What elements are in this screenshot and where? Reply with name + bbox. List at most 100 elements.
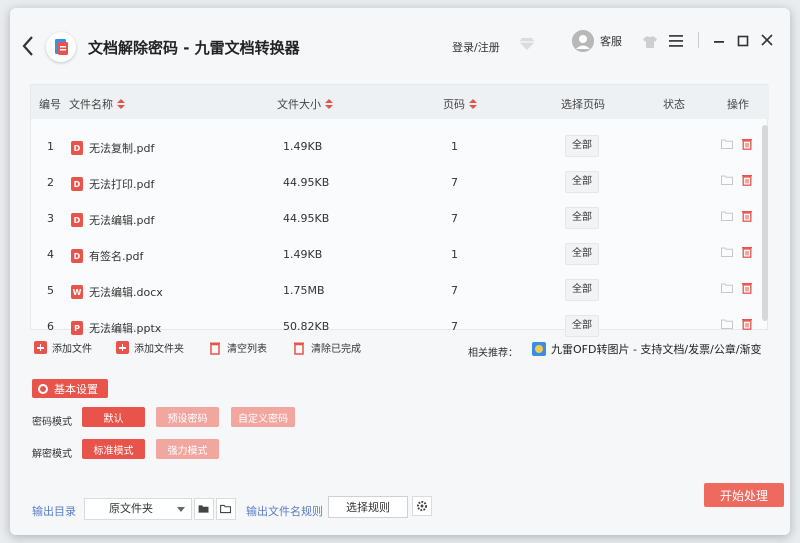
add-file-button[interactable]: 添加文件 bbox=[34, 340, 92, 355]
row-file-size: 44.95KB bbox=[283, 212, 330, 225]
table-row[interactable]: 2 D 无法打印.pdf 44.95KB 7 全部 bbox=[31, 165, 761, 201]
start-process-button[interactable]: 开始处理 bbox=[704, 483, 784, 507]
row-page-select[interactable]: 全部 bbox=[565, 207, 599, 229]
clear-list-trash-icon bbox=[210, 342, 220, 355]
table-scrollbar[interactable] bbox=[762, 125, 768, 321]
customer-service-label: 客服 bbox=[600, 35, 622, 48]
vip-diamond-icon[interactable] bbox=[518, 34, 536, 52]
delete-trash-icon[interactable] bbox=[741, 210, 753, 222]
login-register-link[interactable]: 登录/注册 bbox=[452, 39, 500, 55]
open-folder-icon[interactable] bbox=[721, 247, 733, 257]
file-table: 编号 文件名称 文件大小 页码 选择页码 状态 操作 1 D 无法复制.pdf 1.4… bbox=[30, 84, 769, 337]
delete-trash-icon[interactable] bbox=[741, 138, 753, 150]
pdf-file-icon: D bbox=[71, 177, 83, 191]
open-folder-icon[interactable] bbox=[721, 283, 733, 293]
row-page-count: 1 bbox=[451, 248, 458, 261]
row-file-name: D 无法编辑.pdf bbox=[71, 212, 154, 228]
folder-icon bbox=[198, 505, 209, 513]
pdf-file-icon: D bbox=[71, 141, 83, 155]
header-name[interactable]: 文件名称 bbox=[69, 96, 125, 112]
delete-trash-icon[interactable] bbox=[741, 282, 753, 294]
row-page-select[interactable]: 全部 bbox=[565, 171, 599, 193]
output-rule-label: 输出文件名规则 bbox=[246, 505, 323, 518]
select-rule-button[interactable]: 选择规则 bbox=[328, 496, 408, 518]
row-page-count: 1 bbox=[451, 140, 458, 153]
table-row[interactable]: 1 D 无法复制.pdf 1.49KB 1 全部 bbox=[31, 129, 761, 165]
action-bar: 添加文件 添加文件夹 清空列表 清除已完成 相关推荐： 九雷OFD转图片 - 支… bbox=[32, 340, 772, 364]
row-page-select[interactable]: 全部 bbox=[565, 315, 599, 337]
output-dir-label: 输出目录 bbox=[32, 505, 76, 518]
clear-list-button[interactable]: 清空列表 bbox=[208, 340, 267, 355]
gear-icon bbox=[416, 500, 428, 512]
output-dir-select[interactable]: 原文件夹 bbox=[84, 498, 192, 520]
table-header: 编号 文件名称 文件大小 页码 选择页码 状态 操作 bbox=[31, 85, 769, 119]
back-arrow-icon[interactable] bbox=[20, 34, 36, 58]
clear-done-button[interactable]: 清除已完成 bbox=[292, 340, 361, 355]
table-row[interactable]: 5 W 无法编辑.docx 1.75MB 7 全部 bbox=[31, 273, 761, 309]
sort-icon[interactable] bbox=[117, 99, 125, 109]
row-index: 4 bbox=[47, 248, 54, 261]
open-folder-button[interactable] bbox=[194, 498, 214, 520]
ofd-app-icon bbox=[532, 342, 546, 356]
open-folder-icon[interactable] bbox=[721, 211, 733, 221]
row-index: 2 bbox=[47, 176, 54, 189]
add-folder-button[interactable]: 添加文件夹 bbox=[116, 340, 184, 355]
open-folder-icon[interactable] bbox=[721, 319, 733, 329]
row-index: 1 bbox=[47, 140, 54, 153]
row-page-select[interactable]: 全部 bbox=[565, 243, 599, 265]
pdf-file-icon: D bbox=[71, 249, 83, 263]
row-page-count: 7 bbox=[451, 212, 458, 225]
pdf-file-icon: D bbox=[71, 213, 83, 227]
open-folder-icon[interactable] bbox=[721, 175, 733, 185]
decrypt-mode-standard-button[interactable]: 标准模式 bbox=[82, 439, 145, 459]
add-file-icon bbox=[34, 341, 47, 354]
row-file-name: P 无法编辑.pptx bbox=[71, 320, 161, 336]
decrypt-mode-strong-button[interactable]: 强力模式 bbox=[156, 439, 219, 459]
window-title: 文档解除密码 - 九雷文档转换器 bbox=[88, 39, 300, 57]
maximize-icon[interactable] bbox=[736, 34, 750, 48]
header-size[interactable]: 文件大小 bbox=[277, 96, 333, 112]
delete-trash-icon[interactable] bbox=[741, 246, 753, 258]
password-mode-preset-button[interactable]: 预设密码 bbox=[156, 407, 219, 427]
password-mode-default-button[interactable]: 默认 bbox=[82, 407, 145, 427]
header-pages[interactable]: 页码 bbox=[443, 96, 477, 112]
row-page-select[interactable]: 全部 bbox=[565, 279, 599, 301]
clear-done-trash-icon bbox=[294, 342, 304, 355]
basic-settings-tab[interactable]: 基本设置 bbox=[32, 379, 108, 398]
decrypt-mode-label: 解密模式 bbox=[32, 449, 72, 460]
folder-outline-icon bbox=[220, 504, 232, 514]
browse-folder-button[interactable] bbox=[216, 498, 236, 520]
title-bar: 文档解除密码 - 九雷文档转换器 登录/注册 客服 bbox=[10, 8, 790, 72]
sort-icon[interactable] bbox=[469, 99, 477, 109]
close-icon[interactable] bbox=[760, 33, 774, 47]
related-recommend-link[interactable]: 九雷OFD转图片 - 支持文档/发票/公章/渐变 bbox=[532, 341, 762, 357]
titlebar-divider bbox=[698, 32, 699, 48]
row-file-name: D 无法打印.pdf bbox=[71, 176, 154, 192]
delete-trash-icon[interactable] bbox=[741, 318, 753, 330]
menu-icon[interactable] bbox=[668, 34, 684, 48]
related-recommend-label: 相关推荐： bbox=[468, 348, 518, 359]
customer-service-avatar-icon bbox=[572, 30, 594, 52]
table-row[interactable]: 3 D 无法编辑.pdf 44.95KB 7 全部 bbox=[31, 201, 761, 237]
minimize-icon[interactable] bbox=[712, 34, 726, 48]
sort-icon[interactable] bbox=[325, 99, 333, 109]
row-file-name: D 有签名.pdf bbox=[71, 248, 143, 264]
row-page-count: 7 bbox=[451, 284, 458, 297]
row-file-name: W 无法编辑.docx bbox=[71, 285, 163, 299]
row-file-name: D 无法复制.pdf bbox=[71, 140, 154, 156]
rule-settings-button[interactable] bbox=[412, 496, 432, 516]
row-page-count: 7 bbox=[451, 176, 458, 189]
row-file-size: 1.75MB bbox=[283, 284, 325, 297]
app-logo-icon bbox=[46, 32, 76, 62]
row-file-size: 1.49KB bbox=[283, 248, 323, 261]
open-folder-icon[interactable] bbox=[721, 139, 733, 149]
table-row[interactable]: 4 D 有签名.pdf 1.49KB 1 全部 bbox=[31, 237, 761, 273]
skin-shirt-icon[interactable] bbox=[642, 34, 658, 50]
header-actions: 操作 bbox=[727, 98, 749, 111]
gear-icon bbox=[38, 383, 48, 394]
row-index: 3 bbox=[47, 212, 54, 225]
delete-trash-icon[interactable] bbox=[741, 174, 753, 186]
customer-service-button[interactable]: 客服 bbox=[572, 30, 622, 52]
password-mode-custom-button[interactable]: 自定义密码 bbox=[231, 407, 295, 427]
row-page-select[interactable]: 全部 bbox=[565, 135, 599, 157]
